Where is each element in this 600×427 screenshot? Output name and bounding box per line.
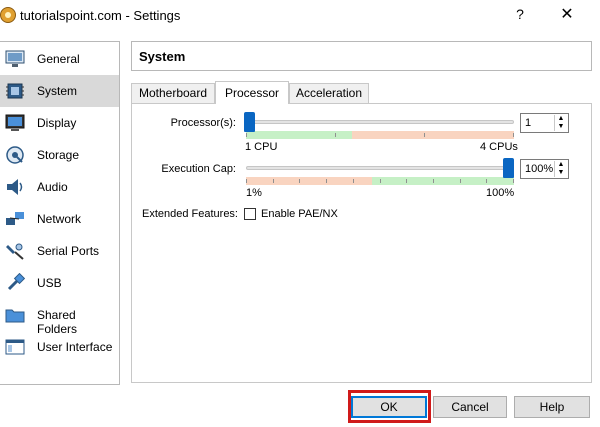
sidebar-item-audio[interactable]: Audio xyxy=(0,171,119,203)
processor-slider-tick xyxy=(424,133,425,137)
chip-icon xyxy=(5,81,25,101)
sidebar-item-label: General xyxy=(37,52,80,66)
sidebar-item-shared-folders[interactable]: Shared Folders xyxy=(0,299,119,336)
ok-button-highlight xyxy=(348,390,431,423)
sidebar-item-display[interactable]: Display xyxy=(0,107,119,139)
tab-acceleration[interactable]: Acceleration xyxy=(289,83,369,103)
processor-min-label: 1 CPU xyxy=(245,141,278,153)
cancel-button-label: Cancel xyxy=(451,400,489,414)
execution-cap-value: 100% xyxy=(525,163,554,175)
sidebar-item-label: Display xyxy=(37,116,77,130)
window-title: tutorialspoint.com - Settings xyxy=(20,8,181,23)
execution-cap-slider-tick xyxy=(299,179,301,183)
execution-cap-max-label: 100% xyxy=(486,187,515,199)
sidebar-item-usb[interactable]: USB xyxy=(0,267,119,299)
tab-label: Motherboard xyxy=(138,86,208,100)
execution-cap-slider-tick xyxy=(486,179,488,183)
pae-nx-checkbox[interactable] xyxy=(244,208,256,220)
usb-icon xyxy=(5,273,25,293)
window-icon xyxy=(5,337,25,357)
processor-tab-panel xyxy=(131,103,592,383)
processor-count-value: 1 xyxy=(525,117,532,129)
execution-cap-slider-thumb[interactable] xyxy=(503,158,514,178)
processor-slider-thumb[interactable] xyxy=(244,112,255,132)
tab-motherboard[interactable]: Motherboard xyxy=(131,83,215,103)
extended-features-label: Extended Features: xyxy=(141,208,238,220)
execution-cap-slider-tick xyxy=(246,179,247,183)
storage-icon xyxy=(5,145,25,165)
serial-port-icon xyxy=(5,241,25,261)
stepper-up-icon[interactable]: ▲ xyxy=(555,161,567,169)
sidebar-item-label: User Interface xyxy=(37,340,113,354)
sidebar-item-general[interactable]: General xyxy=(0,43,119,75)
speaker-icon xyxy=(5,177,25,197)
sidebar-item-label: Audio xyxy=(37,180,68,194)
help-button-label: Help xyxy=(539,400,565,414)
execution-cap-slider-tick xyxy=(432,179,434,183)
processor-max-label: 4 CPUs xyxy=(480,141,518,153)
sidebar-item-network[interactable]: Network xyxy=(0,203,119,235)
execution-cap-slider-tick xyxy=(459,179,461,183)
processor-count-label: Processor(s): xyxy=(170,117,236,129)
processor-slider-tick xyxy=(246,133,247,137)
sidebar-item-label: Storage xyxy=(37,148,80,162)
execution-cap-slider-tick xyxy=(379,179,381,183)
processor-count-stepper[interactable]: 1 ▲ ▼ xyxy=(520,113,569,133)
processor-slider-tick xyxy=(335,133,336,137)
sidebar-item-label: System xyxy=(37,84,78,98)
title-bar: tutorialspoint.com - Settings ? ✕ xyxy=(0,0,600,32)
monitor-icon xyxy=(5,49,25,69)
execution-cap-label: Execution Cap: xyxy=(161,163,236,175)
processor-overcommit-band xyxy=(352,131,514,139)
sidebar-item-system[interactable]: System xyxy=(0,75,119,107)
pae-nx-label[interactable]: Enable PAE/NX xyxy=(261,208,338,220)
sidebar-item-storage[interactable]: Storage xyxy=(0,139,119,171)
execution-cap-slider-tick xyxy=(326,179,328,183)
tab-processor[interactable]: Processor xyxy=(215,81,289,104)
execution-cap-stepper[interactable]: 100% ▲ ▼ xyxy=(520,159,569,179)
execution-cap-slider-track[interactable] xyxy=(246,166,514,170)
app-gear-icon xyxy=(0,7,16,23)
processor-recommended-band xyxy=(246,131,352,139)
processor-slider-track[interactable] xyxy=(246,120,514,124)
page-title: System xyxy=(139,49,186,64)
tab-label: Acceleration xyxy=(295,86,363,100)
page-title-box: System xyxy=(131,41,592,71)
close-icon[interactable]: ✕ xyxy=(558,4,576,24)
processor-slider-tick xyxy=(513,133,514,137)
sidebar-item-label: Network xyxy=(37,212,82,226)
execution-cap-slider-tick xyxy=(272,179,274,183)
execution-cap-ok-band xyxy=(372,177,514,185)
settings-sidebar: General System Display Storage Audio Net… xyxy=(0,41,120,385)
display-icon xyxy=(5,113,25,133)
cancel-button[interactable]: Cancel xyxy=(433,396,507,418)
sidebar-item-serial-ports[interactable]: Serial Ports xyxy=(0,235,119,267)
help-button[interactable]: Help xyxy=(514,396,590,418)
sidebar-item-user-interface[interactable]: User Interface xyxy=(0,331,119,363)
stepper-down-icon[interactable]: ▼ xyxy=(555,169,567,177)
execution-cap-min-label: 1% xyxy=(246,187,262,199)
network-icon xyxy=(5,209,25,229)
tab-label: Processor xyxy=(224,86,280,100)
execution-cap-slider-tick xyxy=(406,179,408,183)
stepper-down-icon[interactable]: ▼ xyxy=(555,123,567,131)
sidebar-item-label: USB xyxy=(37,276,62,290)
sidebar-item-label: Serial Ports xyxy=(37,244,100,258)
stepper-up-icon[interactable]: ▲ xyxy=(555,115,567,123)
execution-cap-slider-tick xyxy=(352,179,354,183)
folder-icon xyxy=(5,305,25,325)
execution-cap-slider-tick xyxy=(513,179,514,183)
help-icon[interactable]: ? xyxy=(512,6,528,22)
